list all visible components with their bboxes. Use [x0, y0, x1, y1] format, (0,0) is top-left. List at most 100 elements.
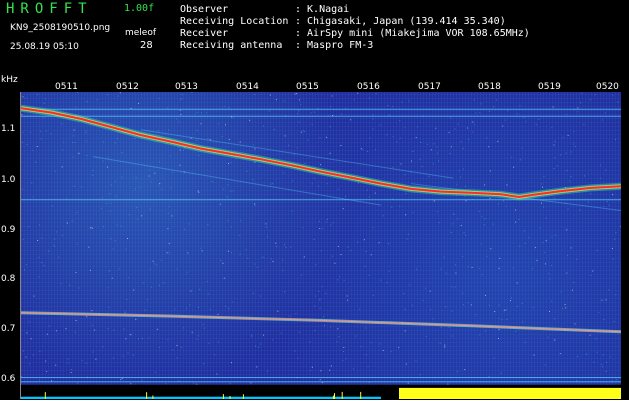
noise-speckle	[603, 319, 605, 320]
noise-speckle	[110, 184, 112, 186]
noise-speckle	[293, 154, 295, 156]
noise-speckle	[191, 92, 193, 93]
signal-spike	[242, 394, 244, 399]
main-trace-glow	[21, 104, 621, 201]
noise-speckle	[72, 156, 74, 158]
noise-speckle	[345, 358, 347, 360]
time-tick-label: 0520	[596, 82, 619, 92]
noise-speckle	[188, 223, 190, 225]
noise-speckle	[165, 383, 167, 385]
noise-speckle	[567, 255, 568, 257]
noise-speckle	[214, 354, 216, 356]
noise-speckle	[340, 145, 342, 146]
noise-speckle	[390, 351, 392, 353]
noise-speckle	[297, 357, 299, 359]
noise-speckle	[296, 147, 298, 149]
noise-speckle	[444, 344, 446, 346]
noise-speckle	[71, 220, 73, 222]
noise-speckle	[369, 137, 371, 139]
noise-speckle	[522, 321, 524, 323]
noise-speckle	[154, 263, 155, 265]
noise-speckle	[313, 177, 315, 179]
noise-speckle	[325, 221, 327, 223]
y-tick-label: 0.6	[1, 374, 16, 384]
noise-speckle	[437, 211, 439, 213]
noise-speckle	[617, 101, 619, 103]
main-trace	[21, 107, 621, 199]
noise-speckle	[584, 175, 585, 177]
noise-speckle	[21, 114, 23, 116]
noise-speckle	[184, 228, 185, 230]
noise-speckle	[179, 99, 181, 101]
time-tick-label: 0518	[478, 82, 501, 92]
noise-speckle	[404, 127, 406, 129]
noise-speckle	[386, 134, 388, 136]
noise-speckle	[392, 106, 394, 107]
noise-speckle	[542, 242, 544, 243]
noise-speckle	[480, 103, 482, 105]
noise-speckle	[307, 139, 309, 141]
noise-speckle	[407, 233, 409, 235]
noise-speckle	[512, 267, 514, 269]
noise-speckle	[382, 215, 384, 217]
noise-speckle	[556, 165, 558, 167]
noise-speckle	[280, 332, 282, 334]
time-tick-label: 0516	[357, 82, 380, 92]
info-value-antenna: : Maspro FM-3	[295, 40, 374, 51]
noise-speckle	[515, 209, 517, 211]
noise-speckle	[481, 243, 483, 245]
noise-speckle	[181, 98, 183, 100]
noise-speckle	[432, 318, 434, 320]
noise-speckle	[375, 93, 377, 95]
noise-speckle	[462, 168, 464, 170]
noise-speckle	[149, 268, 151, 270]
noise-speckle	[43, 265, 45, 266]
noise-speckle	[69, 284, 71, 286]
noise-speckle	[220, 259, 222, 261]
noise-speckle	[40, 138, 42, 140]
noise-speckle	[103, 141, 105, 143]
noise-speckle	[331, 255, 333, 257]
noise-speckle	[284, 244, 285, 246]
noise-speckle	[457, 123, 459, 125]
noise-speckle	[405, 193, 407, 195]
noise-speckle	[472, 131, 474, 133]
noise-speckle	[545, 217, 547, 219]
noise-speckle	[595, 338, 597, 340]
noise-speckle	[392, 135, 394, 137]
noise-speckle	[599, 164, 601, 166]
noise-speckle	[46, 333, 48, 335]
noise-speckle	[39, 379, 41, 381]
noise-speckle	[255, 345, 257, 347]
noise-speckle	[240, 220, 242, 222]
noise-speckle	[499, 257, 501, 259]
noise-speckle	[229, 383, 231, 385]
noise-speckle	[61, 166, 63, 168]
noise-speckle	[66, 197, 67, 199]
noise-speckle	[549, 311, 550, 312]
noise-speckle	[460, 141, 462, 143]
noise-speckle	[116, 224, 118, 226]
noise-speckle	[318, 220, 320, 222]
noise-speckle	[26, 264, 27, 265]
noise-speckle	[311, 183, 313, 185]
noise-speckle	[498, 203, 499, 205]
noise-speckle	[353, 99, 355, 101]
noise-speckle	[451, 286, 453, 288]
noise-speckle	[570, 151, 572, 153]
noise-speckle	[502, 125, 504, 127]
noise-speckle	[372, 114, 374, 116]
noise-speckle	[484, 218, 486, 220]
noise-speckle	[91, 310, 93, 312]
noise-speckle	[28, 321, 30, 323]
noise-speckle	[473, 124, 475, 126]
noise-speckle	[180, 114, 182, 115]
noise-speckle	[325, 292, 327, 294]
noise-speckle	[38, 276, 40, 278]
noise-speckle	[346, 295, 348, 297]
noise-speckle	[445, 306, 447, 308]
noise-speckle	[543, 206, 545, 208]
noise-speckle	[616, 379, 618, 381]
noise-speckle	[415, 360, 417, 362]
noise-speckle	[217, 313, 219, 315]
